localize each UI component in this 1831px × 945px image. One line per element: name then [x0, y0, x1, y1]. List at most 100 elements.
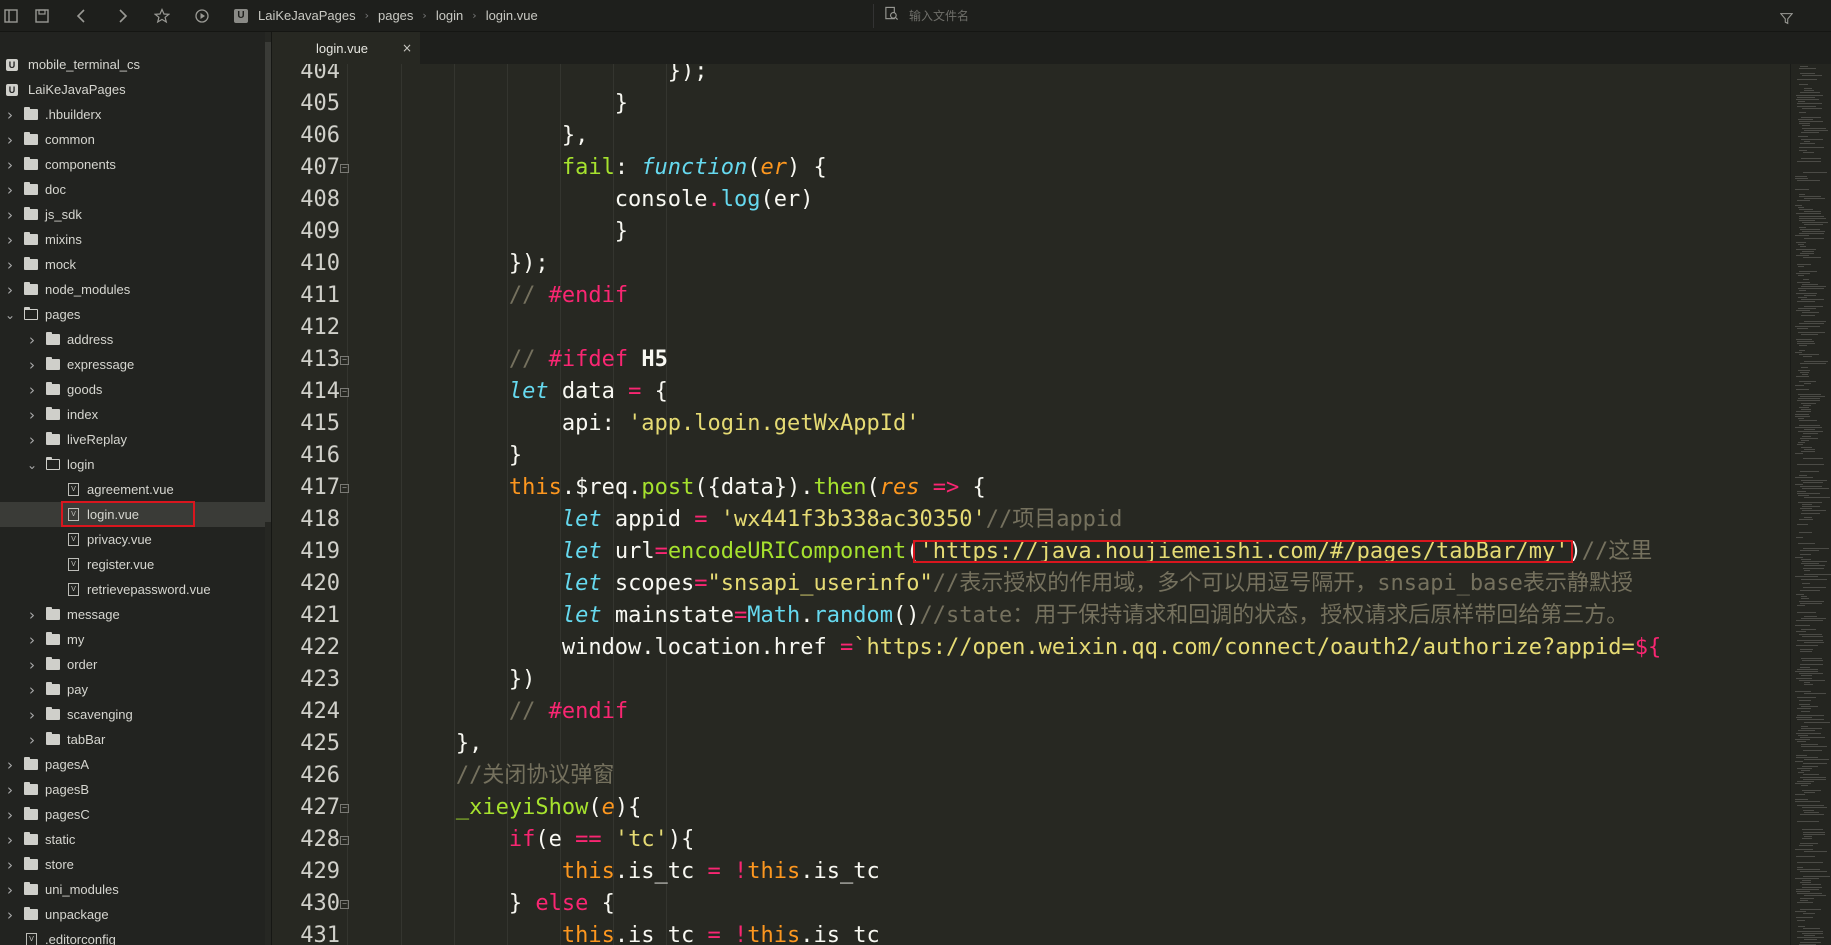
chevron-right-icon[interactable]: › — [4, 131, 16, 149]
fold-toggle-icon[interactable]: − — [340, 484, 349, 493]
tree-folder[interactable]: › message — [0, 602, 271, 627]
chevron-right-icon[interactable]: › — [26, 681, 38, 699]
tree-folder[interactable]: › unpackage — [0, 902, 271, 927]
code-line[interactable]: 428− if(e == 'tc'){ — [280, 824, 1790, 856]
close-icon[interactable]: × — [402, 41, 412, 55]
scrollbar-thumb[interactable] — [265, 42, 271, 522]
tree-folder[interactable]: › index — [0, 402, 271, 427]
code-line[interactable]: 408 console.log(er) — [280, 184, 1790, 216]
tree-folder[interactable]: › uni_modules — [0, 877, 271, 902]
tree-folder[interactable]: ⌄ pages — [0, 302, 271, 327]
chevron-right-icon[interactable]: › — [26, 731, 38, 749]
code-line[interactable]: 423}) — [280, 664, 1790, 696]
code-line[interactable]: 411 // #endif — [280, 280, 1790, 312]
code-line[interactable]: 415 api: 'app.login.getWxAppId' — [280, 408, 1790, 440]
chevron-right-icon[interactable]: › — [4, 106, 16, 124]
code-line[interactable]: 431 this.is_tc = !this.is_tc — [280, 920, 1790, 945]
tree-file[interactable]: Vagreement.vue — [0, 477, 271, 502]
chevron-right-icon[interactable]: › — [26, 406, 38, 424]
code-line[interactable]: 405} — [280, 88, 1790, 120]
breadcrumb-item[interactable]: login.vue — [486, 8, 538, 23]
code-line[interactable]: 426 //关闭协议弹窗 — [280, 760, 1790, 792]
code-line[interactable]: 421 let mainstate=Math.random()//state：用于… — [280, 600, 1790, 632]
fold-toggle-icon[interactable]: − — [340, 804, 349, 813]
code-line[interactable]: 416} — [280, 440, 1790, 472]
chevron-right-icon[interactable]: › — [4, 781, 16, 799]
code-line[interactable]: 427− _xieyiShow(e){ — [280, 792, 1790, 824]
chevron-down-icon[interactable]: ⌄ — [26, 458, 38, 472]
file-search-input[interactable] — [909, 9, 1309, 23]
tree-folder[interactable]: › pagesB — [0, 777, 271, 802]
tree-folder[interactable]: › order — [0, 652, 271, 677]
tree-folder[interactable]: › components — [0, 152, 271, 177]
tree-folder[interactable]: › tabBar — [0, 727, 271, 752]
tree-folder[interactable]: › address — [0, 327, 271, 352]
code-line[interactable]: 417− this.$req.post({data}).then(res => { — [280, 472, 1790, 504]
project-item[interactable]: U LaiKeJavaPages — [0, 77, 271, 102]
chevron-right-icon[interactable]: › — [26, 431, 38, 449]
code-line[interactable]: 412 — [280, 312, 1790, 344]
tree-folder[interactable]: › liveReplay — [0, 427, 271, 452]
tree-folder[interactable]: › static — [0, 827, 271, 852]
chevron-right-icon[interactable]: › — [4, 281, 16, 299]
chevron-right-icon[interactable]: › — [4, 756, 16, 774]
code-line[interactable]: 424 // #endif — [280, 696, 1790, 728]
tree-file[interactable]: Vlogin.vue — [0, 502, 271, 527]
tree-folder[interactable]: › node_modules — [0, 277, 271, 302]
tree-folder[interactable]: › store — [0, 852, 271, 877]
chevron-right-icon[interactable]: › — [4, 831, 16, 849]
chevron-right-icon[interactable]: › — [4, 806, 16, 824]
tree-file[interactable]: Vprivacy.vue — [0, 527, 271, 552]
code-line[interactable]: 406}, — [280, 120, 1790, 152]
chevron-right-icon[interactable]: › — [26, 656, 38, 674]
fold-toggle-icon[interactable]: − — [340, 836, 349, 845]
tree-file[interactable]: Vregister.vue — [0, 552, 271, 577]
tree-folder[interactable]: › js_sdk — [0, 202, 271, 227]
chevron-right-icon[interactable]: › — [4, 156, 16, 174]
chevron-right-icon[interactable]: › — [4, 856, 16, 874]
sidebar-scrollbar[interactable] — [265, 32, 271, 945]
chevron-right-icon[interactable]: › — [4, 231, 16, 249]
tree-folder[interactable]: › pay — [0, 677, 271, 702]
fold-toggle-icon[interactable]: − — [340, 164, 349, 173]
chevron-right-icon[interactable]: › — [26, 631, 38, 649]
tree-folder[interactable]: › doc — [0, 177, 271, 202]
code-line[interactable]: 418 let appid = 'wx441f3b338ac30350'//项目a… — [280, 504, 1790, 536]
tree-file[interactable]: V .editorconfig — [0, 927, 271, 945]
code-line[interactable]: 429 this.is_tc = !this.is_tc — [280, 856, 1790, 888]
tree-folder[interactable]: › mock — [0, 252, 271, 277]
sidebar-toggle-icon[interactable] — [0, 0, 22, 32]
tree-folder[interactable]: › goods — [0, 377, 271, 402]
code-line[interactable]: 419 let url=encodeURIComponent('https://j… — [280, 536, 1790, 568]
chevron-right-icon[interactable]: › — [4, 906, 16, 924]
fold-toggle-icon[interactable]: − — [340, 356, 349, 365]
chevron-right-icon[interactable]: › — [4, 256, 16, 274]
save-icon[interactable] — [22, 0, 62, 32]
breadcrumb-item[interactable]: LaiKeJavaPages — [258, 8, 356, 23]
chevron-right-icon[interactable]: › — [26, 381, 38, 399]
run-icon[interactable] — [182, 0, 222, 32]
filter-icon[interactable] — [1779, 12, 1794, 28]
project-item[interactable]: U mobile_terminal_cs — [0, 52, 271, 77]
chevron-down-icon[interactable]: ⌄ — [4, 308, 16, 322]
code-line[interactable]: 420 let scopes="snsapi_userinfo"//表示授权的作用… — [280, 568, 1790, 600]
chevron-right-icon[interactable]: › — [4, 881, 16, 899]
code-line[interactable]: 407− fail: function(er) { — [280, 152, 1790, 184]
code-line[interactable]: 422 window.location.href =`https://open.w… — [280, 632, 1790, 664]
chevron-right-icon[interactable]: › — [26, 706, 38, 724]
code-line[interactable]: 409} — [280, 216, 1790, 248]
tree-file[interactable]: Vretrievepassword.vue — [0, 577, 271, 602]
code-line[interactable]: 404}); — [280, 64, 1790, 88]
chevron-right-icon[interactable]: › — [26, 331, 38, 349]
tree-folder[interactable]: › expressage — [0, 352, 271, 377]
chevron-right-icon[interactable]: › — [4, 206, 16, 224]
tree-folder[interactable]: › pagesC — [0, 802, 271, 827]
breadcrumb-item[interactable]: login — [436, 8, 463, 23]
fold-toggle-icon[interactable]: − — [340, 900, 349, 909]
back-icon[interactable] — [62, 0, 102, 32]
tree-folder[interactable]: › mixins — [0, 227, 271, 252]
fold-toggle-icon[interactable]: − — [340, 388, 349, 397]
tree-folder[interactable]: › .hbuilderx — [0, 102, 271, 127]
code-editor[interactable]: 404}); 405} 406}, 407− fail: function(er) {4… — [280, 64, 1790, 945]
tab-login-vue[interactable]: login.vue × — [280, 32, 420, 64]
